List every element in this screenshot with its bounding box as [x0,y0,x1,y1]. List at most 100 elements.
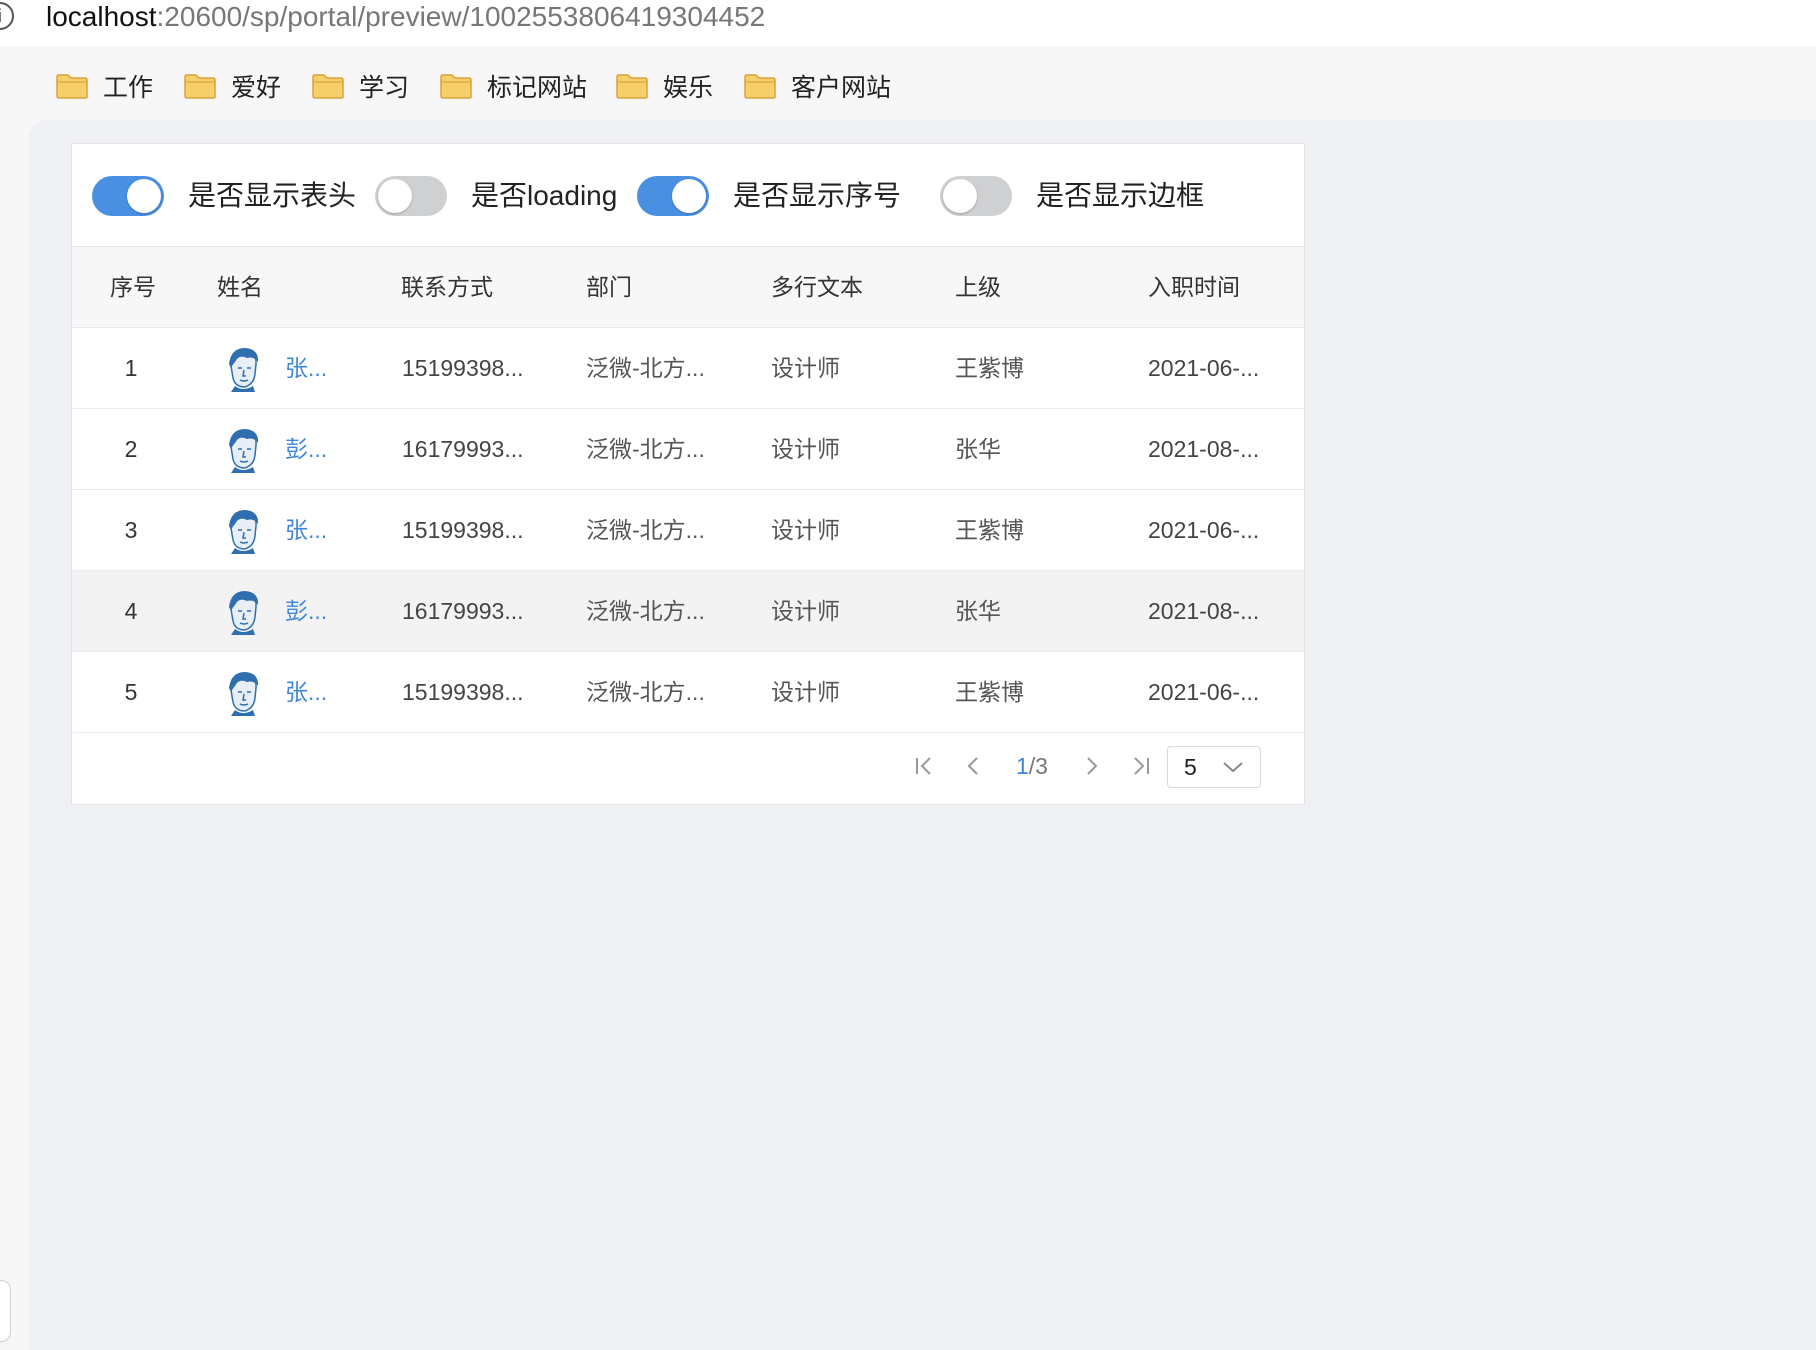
cell-multiline-text: 设计师 [771,679,840,705]
avatar-icon [229,591,259,635]
bookmark-label: 工作 [103,74,154,102]
folder-icon [312,74,344,99]
url-text[interactable]: localhost:20600/sp/portal/preview/100255… [46,0,765,34]
column-header-department[interactable]: 部门 [586,247,632,327]
switch-knob [127,179,161,213]
table-row[interactable]: 1 张... 15199398... 泛微-北方... 设计师 王紫博 2021… [72,328,1304,409]
avatar-icon [229,429,259,473]
cell-superior: 王紫博 [955,679,1024,705]
table-card: 是否显示表头 是否loading 是否显示序号 是否显示边框 序号 姓名 联系方… [71,143,1305,805]
column-header-index[interactable]: 序号 [110,247,156,327]
folder-icon [56,74,88,99]
next-page-button[interactable] [1077,748,1107,784]
folder-icon [440,74,472,99]
cell-hire-date: 2021-06-... [1148,679,1260,705]
cell-superior: 张华 [955,436,1001,462]
cell-department: 泛微-北方... [586,598,705,624]
cell-superior: 王紫博 [955,517,1024,543]
cell-contact: 16179993... [402,598,524,624]
table-row[interactable]: 2 彭... 16179993... 泛微-北方... 设计师 张华 2021-… [72,409,1304,490]
chevron-right-icon [1087,757,1098,775]
folder-icon [744,74,776,99]
cell-name[interactable]: 张... [285,328,327,408]
cell-hire-date: 2021-08-... [1148,436,1260,462]
bookmark-client-sites[interactable]: 客户网站 [743,66,891,106]
cell-multiline-text: 设计师 [771,517,840,543]
cell-contact: 16179993... [402,436,524,462]
column-header-superior[interactable]: 上级 [955,247,1001,327]
bookmark-label: 标记网站 [487,74,588,102]
column-header-name[interactable]: 姓名 [217,247,263,327]
cell-index: 2 [124,436,138,462]
cell-superior: 王紫博 [955,355,1024,381]
info-icon[interactable]: i [0,2,14,30]
table-header-row: 序号 姓名 联系方式 部门 多行文本 上级 入职时间 [72,247,1304,328]
chevron-left-icon [967,757,978,775]
bookmark-label: 客户网站 [791,74,892,102]
page-size-value: 5 [1184,754,1197,780]
pagination: 1/3 5 [72,726,1304,804]
cell-name[interactable]: 张... [285,490,327,570]
cell-hire-date: 2021-06-... [1148,355,1260,381]
bookmarks-bar: 工作 爱好 学习 标记网站 娱乐 客户网站 [0,46,1816,120]
toggle-show-header-label: 是否显示表头 [188,180,357,211]
data-table: 序号 姓名 联系方式 部门 多行文本 上级 入职时间 1 张... 151993… [72,246,1304,733]
cell-multiline-text: 设计师 [771,436,840,462]
avatar-icon [229,510,259,554]
bookmark-label: 爱好 [231,74,282,102]
cell-name[interactable]: 彭... [285,409,327,489]
cell-contact: 15199398... [402,517,524,543]
cell-index: 5 [124,679,138,705]
side-handle[interactable] [0,1280,11,1342]
last-page-button[interactable] [1126,748,1156,784]
cell-index: 3 [124,517,138,543]
table-row[interactable]: 3 张... 15199398... 泛微-北方... 设计师 王紫博 2021… [72,490,1304,571]
cell-hire-date: 2021-06-... [1148,517,1260,543]
column-header-hire-date[interactable]: 入职时间 [1148,247,1240,327]
address-bar[interactable]: i localhost:20600/sp/portal/preview/1002… [0,0,1816,47]
page-indicator: 1/3 [1016,748,1048,784]
table-row[interactable]: 4 彭... 16179993... 泛微-北方... 设计师 张华 2021-… [72,571,1304,652]
bookmark-label: 学习 [359,74,410,102]
switch-knob [943,179,977,213]
bookmark-label: 娱乐 [663,74,714,102]
toggle-show-index-switch[interactable] [637,176,709,216]
cell-superior: 张华 [955,598,1001,624]
folder-icon [616,74,648,99]
cell-name[interactable]: 彭... [285,571,327,651]
cell-multiline-text: 设计师 [771,598,840,624]
cell-index: 1 [124,355,138,381]
cell-contact: 15199398... [402,679,524,705]
avatar-icon [229,672,259,716]
switch-knob [378,179,412,213]
column-header-multiline-text[interactable]: 多行文本 [771,247,863,327]
cell-hire-date: 2021-08-... [1148,598,1260,624]
toggle-loading-switch[interactable] [375,176,447,216]
cell-department: 泛微-北方... [586,355,705,381]
cell-department: 泛微-北方... [586,517,705,543]
chevron-down-icon [1223,762,1243,773]
cell-multiline-text: 设计师 [771,355,840,381]
bookmark-marked-sites[interactable]: 标记网站 [439,66,587,106]
toggle-show-border-label: 是否显示边框 [1036,180,1205,211]
cell-name[interactable]: 张... [285,652,327,732]
first-page-icon [916,757,931,775]
bookmark-entertainment[interactable]: 娱乐 [615,66,713,106]
column-header-contact[interactable]: 联系方式 [401,247,493,327]
toggle-loading-label: 是否loading [471,180,618,211]
first-page-button[interactable] [909,748,939,784]
table-row[interactable]: 5 张... 15199398... 泛微-北方... 设计师 王紫博 2021… [72,652,1304,733]
switch-knob [672,179,706,213]
total-pages: /3 [1028,753,1048,779]
bookmark-study[interactable]: 学习 [311,66,409,106]
bookmark-hobby[interactable]: 爱好 [183,66,281,106]
bookmark-work[interactable]: 工作 [55,66,153,106]
cell-index: 4 [124,598,138,624]
page-size-select[interactable]: 5 [1167,746,1261,788]
toggle-show-border-switch[interactable] [940,176,1012,216]
toggle-show-header-switch[interactable] [92,176,164,216]
prev-page-button[interactable] [958,748,988,784]
cell-department: 泛微-北方... [586,436,705,462]
folder-icon [184,74,216,99]
toggle-show-index-label: 是否显示序号 [733,180,902,211]
